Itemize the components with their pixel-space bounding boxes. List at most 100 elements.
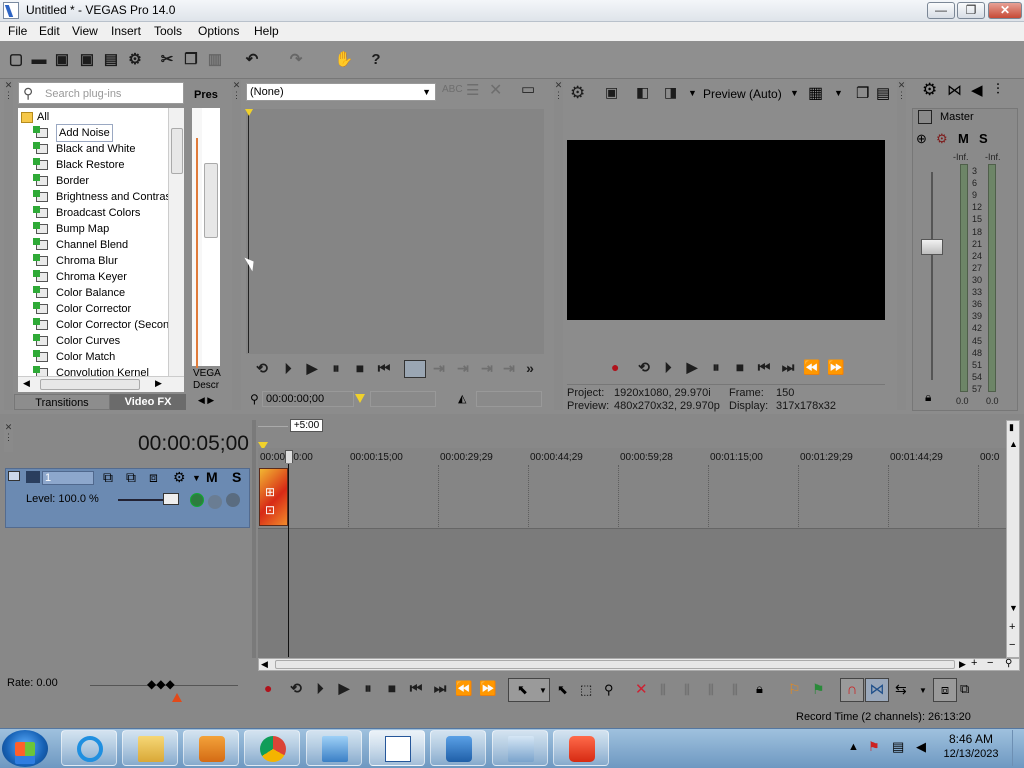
ripple-edit-icon[interactable]: ⇆: [895, 681, 907, 698]
scroll-thumb[interactable]: [171, 128, 183, 174]
zoom-in-icon[interactable]: +: [971, 657, 977, 669]
scroll-thumb[interactable]: [204, 163, 218, 238]
parent-composite-icon[interactable]: [208, 495, 222, 509]
taskbar-control-panel[interactable]: [306, 730, 362, 766]
previous-frame-icon[interactable]: ⏪: [802, 359, 822, 376]
mute-button[interactable]: M: [958, 131, 969, 146]
redo-icon[interactable]: ↷: [286, 50, 306, 70]
child-composite-icon[interactable]: [226, 493, 240, 507]
preview-quality-select[interactable]: Preview (Auto): [703, 87, 782, 101]
split-screen-icon[interactable]: ◧: [636, 84, 649, 101]
taskbar-chrome[interactable]: [244, 730, 300, 766]
zoom-tool-icon[interactable]: ⚲: [1005, 658, 1012, 669]
cut-icon[interactable]: ✂: [157, 50, 177, 70]
new-file-icon[interactable]: ▢: [6, 50, 26, 70]
track-number[interactable]: 1: [42, 471, 94, 485]
search-input[interactable]: Search plug-ins: [45, 88, 121, 100]
trimmer-options-icon[interactable]: ▭: [521, 80, 535, 98]
scroll-thumb[interactable]: [275, 660, 955, 669]
track-gear-icon[interactable]: ⚙: [173, 469, 186, 486]
menu-insert[interactable]: Insert: [111, 24, 141, 38]
play-from-start-icon[interactable]: ⏵: [278, 360, 298, 377]
speaker-icon[interactable]: ◀: [971, 81, 983, 99]
stop-icon[interactable]: ■: [382, 680, 402, 696]
scroll-up-icon[interactable]: ▲: [1009, 439, 1018, 449]
close-panel-icon[interactable]: ✕: [232, 80, 241, 90]
mixer-faders-icon[interactable]: ⫶: [996, 81, 1000, 98]
go-to-end-icon[interactable]: ⏭: [778, 359, 798, 376]
previous-frame-icon[interactable]: ⏪: [454, 680, 474, 697]
save-as-icon[interactable]: ▣: [77, 50, 97, 70]
auto-crossfade-icon[interactable]: ⋈: [865, 678, 889, 702]
playhead-handle[interactable]: [285, 450, 293, 464]
play-from-start-icon[interactable]: ⏵: [658, 359, 678, 376]
scroll-left-icon[interactable]: ◀: [23, 378, 30, 389]
play-from-start-icon[interactable]: ⏵: [310, 680, 330, 697]
composite-mode-icon[interactable]: [190, 493, 204, 507]
solo-button[interactable]: S: [979, 131, 988, 146]
taskbar-video-app[interactable]: [430, 730, 486, 766]
mixer-panel-grip[interactable]: ✕ ⋮: [897, 80, 906, 410]
render-icon[interactable]: ▤: [101, 50, 121, 70]
maximize-button[interactable]: ❐: [957, 2, 985, 19]
play-icon[interactable]: ▶: [302, 360, 322, 377]
save-icon[interactable]: ▣: [52, 50, 72, 70]
copy-icon[interactable]: ❐: [181, 50, 201, 70]
track-solo-button[interactable]: S: [232, 469, 241, 485]
taskbar-vegas-pro[interactable]: [369, 730, 425, 766]
next-frame-icon[interactable]: ⏩: [826, 359, 846, 376]
play-icon[interactable]: ▶: [682, 359, 702, 376]
delete-icon[interactable]: ✕: [489, 80, 502, 100]
taskbar-keyboard-app[interactable]: [492, 730, 548, 766]
go-to-start-icon[interactable]: ⏮: [406, 680, 426, 697]
snapping-magnet-icon[interactable]: ∩: [840, 678, 864, 702]
tab-transitions[interactable]: Transitions: [14, 394, 110, 410]
rate-slider-handle[interactable]: ◆◆◆: [147, 677, 175, 691]
copy-snapshot-icon[interactable]: ❐: [856, 84, 869, 102]
video-fx-icon[interactable]: ◨: [664, 84, 677, 101]
insert-marker-icon[interactable]: ⚐: [788, 681, 801, 698]
show-hidden-icons-icon[interactable]: ▲: [848, 741, 859, 753]
lock-envelopes-icon[interactable]: ⧈: [933, 678, 957, 702]
overlays-grid-icon[interactable]: ▦: [808, 83, 823, 103]
menu-options[interactable]: Options: [198, 24, 239, 38]
event-pan-crop-icon[interactable]: ⊞: [265, 485, 275, 499]
timeline-hscroll[interactable]: ◀ ▶ + − ⚲: [258, 657, 1020, 671]
preview-panel-grip[interactable]: ✕ ⋮: [554, 80, 563, 410]
loop-icon[interactable]: ⟲: [252, 360, 272, 377]
save-snapshot-icon[interactable]: ▤: [876, 84, 890, 102]
video-event-clip[interactable]: ⊞ ⊡: [259, 468, 288, 526]
selection-tool-icon[interactable]: ⬉: [557, 682, 568, 698]
stop-icon[interactable]: ■: [730, 359, 750, 375]
timeline-vscroll[interactable]: ▮ ▲ ▼ + −: [1006, 420, 1020, 658]
zoom-in-icon[interactable]: +: [1009, 621, 1015, 633]
trimmer-media-select[interactable]: (None) ▼: [246, 83, 436, 101]
menu-tools[interactable]: Tools: [154, 24, 182, 38]
tab-video-fx[interactable]: Video FX: [110, 394, 186, 410]
play-icon[interactable]: ▶: [334, 680, 354, 697]
external-monitor-icon[interactable]: ▣: [605, 84, 618, 101]
go-to-start-icon[interactable]: ⏮: [374, 360, 394, 377]
trimmer-out-field[interactable]: [476, 391, 542, 407]
more-icon[interactable]: »: [521, 360, 539, 376]
volume-icon[interactable]: ◀: [916, 739, 926, 755]
minimize-button[interactable]: —: [927, 2, 955, 19]
zoom-out-icon[interactable]: −: [1009, 639, 1015, 651]
pause-icon[interactable]: ⏸: [706, 359, 726, 376]
loop-icon[interactable]: ⟲: [634, 359, 654, 376]
zoom-edit-icon[interactable]: ⚲: [604, 682, 614, 698]
close-panel-icon[interactable]: ✕: [4, 80, 13, 90]
scroll-thumb[interactable]: [40, 379, 140, 390]
normal-edit-tool-button[interactable]: ⬉ ▼: [508, 678, 550, 702]
event-fx-icon[interactable]: ⊡: [265, 503, 275, 517]
track-collapse-icon[interactable]: [8, 471, 20, 481]
close-panel-icon[interactable]: ✕: [897, 80, 906, 90]
header-splitter[interactable]: [252, 420, 256, 658]
chevron-down-icon[interactable]: ▼: [688, 88, 697, 98]
menu-view[interactable]: View: [72, 24, 98, 38]
preview-settings-gear-icon[interactable]: ⚙: [570, 83, 585, 103]
add-to-timeline-icon[interactable]: ⇥: [430, 360, 448, 377]
delete-event-icon[interactable]: ✕: [635, 680, 648, 698]
pause-icon[interactable]: ⏸: [326, 360, 346, 377]
track-mute-button[interactable]: M: [206, 469, 218, 485]
